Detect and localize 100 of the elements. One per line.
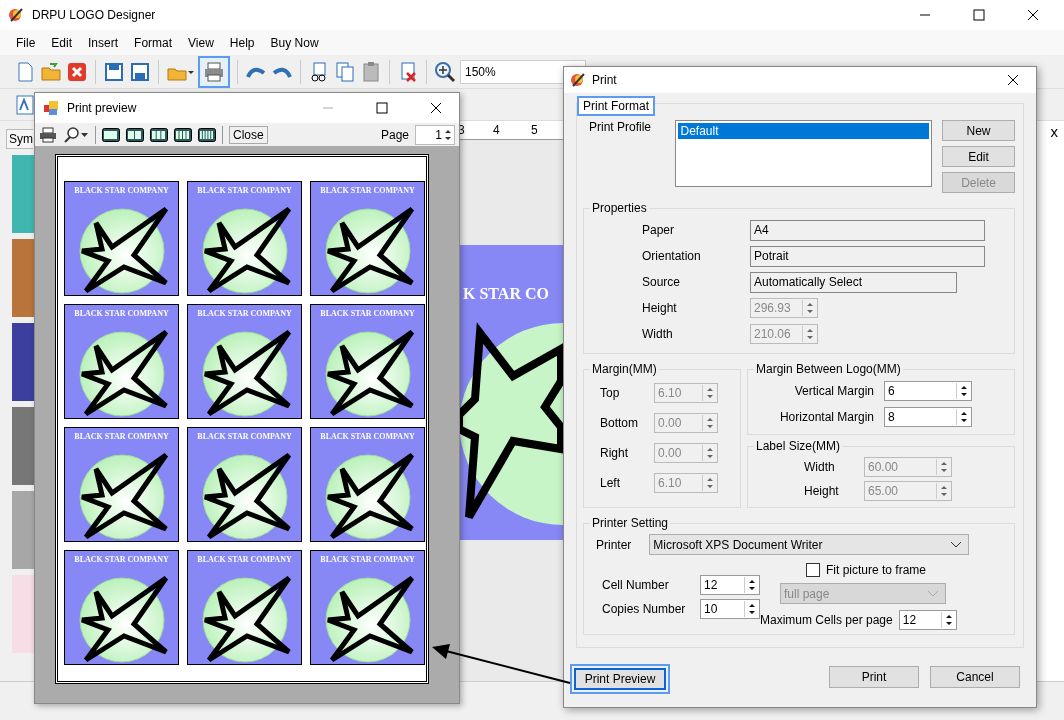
readonly-field[interactable]: A4: [750, 219, 985, 241]
field-label: Orientation: [641, 249, 702, 263]
page-layout-icon[interactable]: [102, 127, 120, 142]
menu-item[interactable]: Help: [221, 35, 263, 50]
logo-text: BLACK STAR COMPANY: [74, 309, 169, 318]
printer-icon[interactable]: [39, 126, 57, 143]
page-layout-icon[interactable]: [198, 127, 216, 142]
print-profile-label: Print Profile: [588, 120, 653, 134]
page-layout-icon[interactable]: [174, 127, 192, 142]
preview-icon: [43, 100, 59, 116]
group-title: Label Size(MM): [755, 439, 842, 453]
texture-thumbnail[interactable]: [12, 239, 34, 317]
dialog-button[interactable]: Print: [829, 666, 919, 688]
page-layout-icon[interactable]: [126, 127, 144, 142]
field-label: Vertical Margin: [793, 384, 875, 398]
field-label: Top: [599, 386, 621, 400]
chevron-down-icon[interactable]: [950, 540, 963, 549]
text-tool-icon[interactable]: [14, 93, 36, 116]
dialog-button[interactable]: Cancel: [930, 666, 1020, 688]
field-label: Horizontal Margin: [778, 410, 875, 424]
readonly-field[interactable]: Automatically Select: [750, 271, 957, 293]
texture-thumbnail[interactable]: [12, 575, 34, 653]
page-spin-field[interactable]: 1: [415, 124, 455, 145]
close-button[interactable]: Close: [229, 125, 268, 144]
field-label: Width: [641, 327, 674, 341]
field-label: Right: [599, 446, 629, 460]
menu-item[interactable]: File: [8, 35, 44, 50]
search-icon[interactable]: [63, 126, 89, 143]
zoom-in-icon[interactable]: [434, 60, 456, 83]
brush-icon: [570, 72, 586, 88]
spin-field[interactable]: 10: [700, 599, 760, 619]
profile-list[interactable]: Default: [674, 120, 932, 187]
panel-tab[interactable]: Sym: [6, 129, 33, 149]
logo-text: BLACK STAR COMPANY: [320, 555, 415, 564]
maximize-icon[interactable]: [973, 9, 985, 21]
field-label: Height: [803, 484, 840, 498]
profile-button[interactable]: Edit: [942, 146, 1015, 167]
paste-icon[interactable]: [360, 60, 382, 83]
spin-field[interactable]: 12: [700, 575, 760, 595]
group-title: Margin(MM): [591, 362, 658, 376]
menu-item[interactable]: Format: [126, 35, 181, 50]
page-label: Page: [380, 127, 409, 142]
logo-text: BLACK STAR COMPANY: [320, 309, 415, 318]
group-title: Margin Between Logo(MM): [755, 362, 902, 376]
folder-icon[interactable]: [40, 60, 62, 83]
spin-field[interactable]: 8: [884, 407, 972, 427]
floppy-icon[interactable]: [129, 60, 151, 83]
ruler-number: 4: [493, 123, 500, 137]
group-title: Printer Setting: [591, 516, 670, 530]
texture-thumbnail[interactable]: [12, 323, 34, 401]
maximize-icon[interactable]: [376, 102, 388, 114]
logo-text: BLACK STAR COMPANY: [320, 432, 415, 441]
menu-item[interactable]: View: [180, 35, 222, 50]
field-label: Copies Number: [602, 602, 686, 616]
logo-text: BLACK STAR COMPANY: [320, 186, 415, 195]
field-label: Paper: [641, 223, 676, 237]
logo-text: BLACK STAR COMPANY: [74, 186, 169, 195]
ruler-number: 5: [531, 123, 538, 137]
logo-text: BLACK STAR COMPANY: [74, 432, 169, 441]
texture-thumbnail[interactable]: [12, 155, 34, 233]
spin-field[interactable]: 12: [898, 610, 957, 630]
field-label: Source: [641, 275, 682, 289]
menu-item[interactable]: Buy Now: [262, 35, 327, 50]
window-title: Print: [592, 73, 617, 87]
texture-thumbnail[interactable]: [12, 407, 34, 485]
logo-text: BLACK STAR COMPANY: [197, 432, 292, 441]
floppy-icon[interactable]: [103, 60, 125, 83]
field-label: Width: [803, 460, 836, 474]
close-icon[interactable]: [430, 102, 442, 114]
field-label: Printer: [596, 537, 632, 552]
x-square-icon[interactable]: [66, 60, 88, 83]
logo-text: BLACK STAR COMPANY: [74, 555, 169, 564]
group-title: Properties: [591, 201, 648, 215]
printer-dropdown[interactable]: Microsoft XPS Document Writer: [649, 534, 970, 555]
spin-field[interactable]: 6: [884, 381, 972, 401]
print-format-tab[interactable]: Print Format: [577, 96, 655, 116]
menu-item[interactable]: Edit: [43, 35, 81, 50]
window-title: DRPU LOGO Designer: [32, 8, 156, 22]
checkbox[interactable]: [806, 563, 820, 577]
close-icon[interactable]: [1027, 9, 1039, 21]
checkbox-label[interactable]: Fit picture to frame: [826, 563, 927, 577]
field-label: Cell Number: [602, 578, 669, 592]
menu-item[interactable]: Insert: [80, 35, 127, 50]
logo-text: BLACK STAR COMPANY: [197, 555, 292, 564]
brush-icon: [8, 7, 24, 23]
field-label: Left: [599, 476, 621, 490]
logo-text: BLACK STAR COMPANY: [197, 309, 292, 318]
field-label: Maximum Cells per page: [760, 613, 893, 627]
close-icon[interactable]: [1007, 74, 1019, 86]
panel-close-button[interactable]: x: [1050, 123, 1058, 140]
page-layout-icon[interactable]: [150, 127, 168, 142]
logo-text: K STAR CO: [463, 285, 549, 303]
profile-item[interactable]: Default: [677, 123, 929, 139]
readonly-field[interactable]: Potrait: [750, 245, 985, 267]
logo-text: BLACK STAR COMPANY: [197, 186, 292, 195]
field-label: Height: [641, 301, 678, 315]
texture-thumbnail[interactable]: [12, 491, 34, 569]
window-title: Print preview: [67, 101, 137, 115]
profile-button[interactable]: New: [942, 120, 1015, 141]
field-label: Bottom: [599, 416, 639, 430]
